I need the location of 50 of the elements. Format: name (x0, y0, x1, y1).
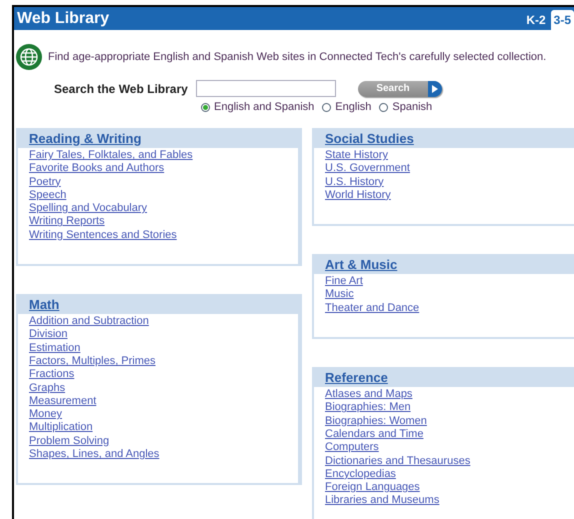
topic-link[interactable]: Fractions (29, 368, 74, 382)
language-radio[interactable]: Spanish (379, 101, 432, 113)
topic-link[interactable]: State History (325, 149, 388, 162)
globe-icon (16, 44, 42, 70)
topic-link[interactable]: Atlases and Maps (325, 388, 412, 402)
grade-tab[interactable]: 3-5 (550, 10, 574, 30)
topic-link[interactable]: U.S. History (325, 176, 384, 189)
language-radio[interactable]: English and Spanish (201, 101, 314, 113)
topic-link[interactable]: Multiplication (29, 421, 93, 435)
topic-link[interactable]: Music (325, 288, 354, 302)
category-title[interactable]: Reference (312, 367, 388, 388)
category-title[interactable]: Math (16, 294, 60, 314)
intro-text: Find age-appropriate English and Spanish Web sites in Connected Tech's carefully selected collection. (48, 51, 546, 63)
topic-link[interactable]: Computers (325, 441, 379, 455)
category-title[interactable]: Social Studies (312, 128, 414, 148)
topic-link[interactable]: Theater and Dance (325, 302, 420, 316)
topic-link[interactable]: Poetry (29, 176, 61, 189)
topic-link[interactable]: Biographies: Women (325, 414, 427, 428)
search-field[interactable] (196, 80, 336, 97)
topic-link[interactable]: Writing Reports (29, 215, 105, 229)
topic-link[interactable]: U.S. Government (325, 162, 410, 176)
language-radio[interactable]: English (322, 101, 372, 113)
topic-link[interactable]: Encyclopedias (325, 468, 396, 482)
topic-link[interactable]: Dictionaries and Thesauruses (325, 454, 470, 468)
topic-link[interactable]: Factors, Multiples, Primes (29, 354, 156, 368)
topic-link[interactable]: Measurement (29, 394, 96, 408)
topic-link[interactable]: Shapes, Lines, and Angles (29, 448, 160, 462)
topic-link[interactable]: Problem Solving (29, 434, 110, 448)
topic-link[interactable]: Graphs (29, 382, 66, 395)
topic-link[interactable]: Fairy Tales, Folktales, and Fables (29, 149, 193, 162)
app-title: Web Library (17, 8, 110, 28)
grade-tab[interactable]: K-2 (523, 10, 549, 30)
topic-link[interactable]: Favorite Books and Authors (29, 162, 164, 176)
topic-link[interactable]: Spelling and Vocabulary (29, 202, 148, 216)
topic-link[interactable]: World History (325, 188, 391, 202)
topic-link[interactable]: Calendars and Time (325, 428, 424, 442)
topic-link[interactable]: Biographies: Men (325, 401, 411, 415)
topic-link[interactable]: Speech (29, 188, 66, 202)
topic-link[interactable]: Money (29, 408, 62, 422)
arrow-icon (432, 84, 438, 92)
topic-link[interactable]: Writing Sentences and Stories (29, 228, 177, 242)
topic-link[interactable]: Fine Art (325, 275, 363, 288)
topic-link[interactable]: Foreign Languages (325, 481, 420, 494)
category-title[interactable]: Art & Music (312, 254, 398, 274)
topic-link[interactable]: Libraries and Museums (325, 494, 440, 508)
topic-link[interactable]: Division (29, 328, 68, 342)
topic-link[interactable]: Addition and Subtraction (29, 315, 149, 328)
category-title[interactable]: Reading & Writing (16, 128, 142, 148)
search-label: Search the Web Library (54, 82, 189, 96)
topic-link[interactable]: Estimation (29, 342, 80, 355)
